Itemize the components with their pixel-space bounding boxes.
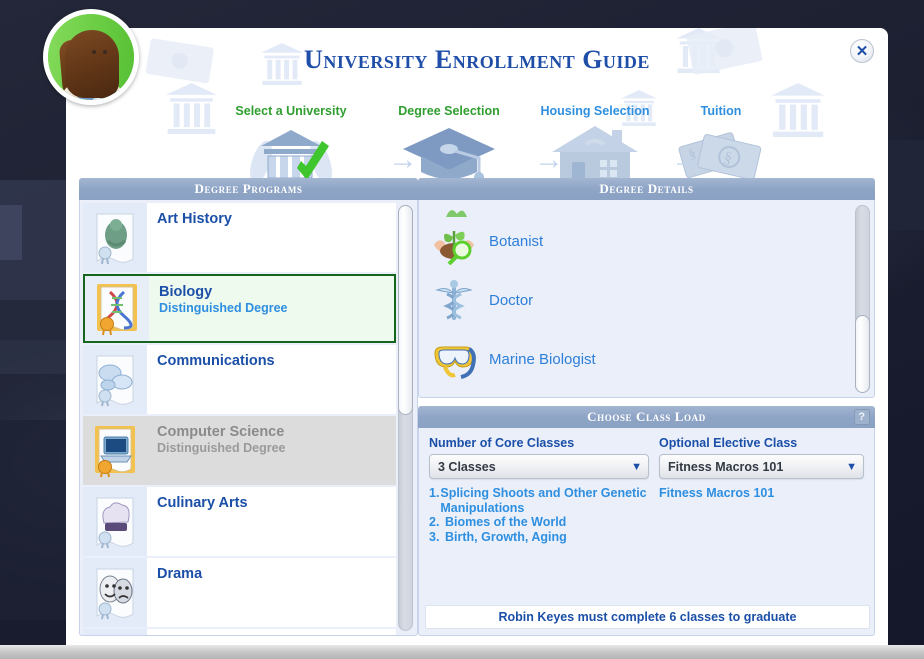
class-number: 1. (429, 486, 440, 500)
degree-programs-header: Degree Programs (79, 178, 418, 200)
graduation-requirement-note: Robin Keyes must complete 6 classes to g… (425, 605, 870, 629)
program-name: Drama (157, 566, 203, 582)
class-load-header: Choose Class Load ? (418, 406, 875, 428)
dna-diploma-icon (85, 276, 149, 341)
class-name: Birth, Growth, Aging (445, 529, 567, 544)
list-item-disabled[interactable]: Computer Science Distinguished Degree (83, 416, 396, 485)
list-item[interactable]: Communications (83, 345, 396, 414)
theater-masks-diploma-icon (83, 558, 147, 627)
list-item: 2. Biomes of the World (429, 515, 649, 530)
step-label: Degree Selection (398, 104, 500, 118)
class-name: Biomes of the World (445, 515, 567, 529)
class-load-header-label: Choose Class Load (587, 409, 706, 424)
program-name: Computer Science (157, 424, 285, 440)
list-item[interactable]: Botanist (419, 212, 874, 271)
step-label: Select a University (235, 104, 347, 118)
chevron-down-icon: ▼ (631, 460, 642, 473)
step-degree-selection[interactable]: Degree Selection (364, 104, 534, 186)
list-item[interactable]: Marine Biologist (419, 330, 874, 389)
plant-in-hands-icon (431, 219, 477, 265)
program-subtitle: Distinguished Degree (159, 301, 288, 315)
list-item[interactable]: Culinary Arts (83, 487, 396, 556)
list-item: 1. Splicing Shoots and Other Genetic Man… (429, 486, 649, 515)
elective-class-dropdown[interactable]: Fitness Macros 101 ▼ (659, 454, 864, 479)
thinker-statue-diploma-icon (83, 203, 147, 272)
program-name: Communications (157, 353, 275, 369)
snorkel-mask-icon (431, 337, 477, 383)
program-name: Biology (159, 284, 213, 300)
os-taskbar (0, 645, 924, 659)
career-name: Marine Biologist (489, 351, 596, 368)
program-subtitle: Distinguished Degree (157, 441, 286, 455)
list-item[interactable]: Art History (83, 203, 396, 272)
class-name: Splicing Shoots and Other Genetic Manipu… (440, 486, 647, 515)
avatar[interactable] (43, 9, 139, 105)
degree-details-panel: Degree Details Botanist Doctor Marine Bi… (418, 178, 875, 398)
chevron-down-icon: ▼ (846, 460, 857, 473)
close-icon[interactable]: ✕ (850, 39, 874, 63)
step-label: Tuition (700, 104, 742, 118)
core-classes-label: Number of Core Classes (429, 436, 575, 450)
step-arrow-3: → (671, 143, 701, 176)
degree-programs-scrollbar-thumb[interactable] (398, 205, 413, 415)
career-name: Doctor (489, 292, 534, 309)
clipped-career-icon (443, 202, 469, 225)
step-arrow-2: → (534, 143, 564, 176)
careers-list[interactable]: Botanist Doctor Marine Biologist (418, 200, 875, 398)
step-arrow-1: → (388, 143, 418, 176)
caduceus-icon (431, 278, 477, 324)
dialog-header: University Enrollment Guide Select a Uni… (66, 28, 888, 186)
career-name: Botanist (489, 233, 544, 250)
economics-diploma-icon: § (83, 629, 147, 635)
core-classes-value: 3 Classes (438, 459, 496, 474)
computer-diploma-icon (83, 416, 147, 485)
chef-hat-diploma-icon (83, 487, 147, 556)
program-name: Art History (157, 211, 232, 227)
list-item[interactable]: Drama (83, 558, 396, 627)
list-item-selected[interactable]: Biology Distinguished Degree (83, 274, 396, 343)
program-name: Culinary Arts (157, 495, 248, 511)
university-enrollment-dialog: University Enrollment Guide Select a Uni… (66, 28, 888, 645)
list-item[interactable]: § Economics (83, 629, 396, 635)
list-item: 3. Birth, Growth, Aging (429, 530, 649, 545)
class-load-panel: Choose Class Load ? Number of Core Class… (418, 406, 875, 636)
class-number: 3. (429, 529, 440, 544)
step-tuition[interactable]: Tuition § § § (636, 104, 806, 181)
degree-programs-list[interactable]: Art History Biology Distinguished Degree… (79, 200, 418, 636)
list-item: Fitness Macros 101 (659, 486, 864, 501)
question-mark-icon[interactable]: ? (854, 409, 870, 425)
list-item[interactable]: Doctor (419, 271, 874, 330)
step-select-university[interactable]: Select a University (206, 104, 376, 186)
degree-programs-panel: Degree Programs Art History Biology Dist… (79, 178, 418, 636)
class-name: Fitness Macros 101 (659, 486, 775, 500)
degree-details-header: Degree Details (418, 178, 875, 200)
degree-details-scrollbar-thumb[interactable] (855, 315, 870, 393)
class-number: 2. (429, 515, 440, 529)
core-classes-dropdown[interactable]: 3 Classes ▼ (429, 454, 649, 479)
elective-class-value: Fitness Macros 101 (668, 459, 784, 474)
elective-class-label: Optional Elective Class (659, 436, 798, 450)
speech-bubbles-diploma-icon (83, 345, 147, 414)
page-title: University Enrollment Guide (304, 45, 650, 74)
